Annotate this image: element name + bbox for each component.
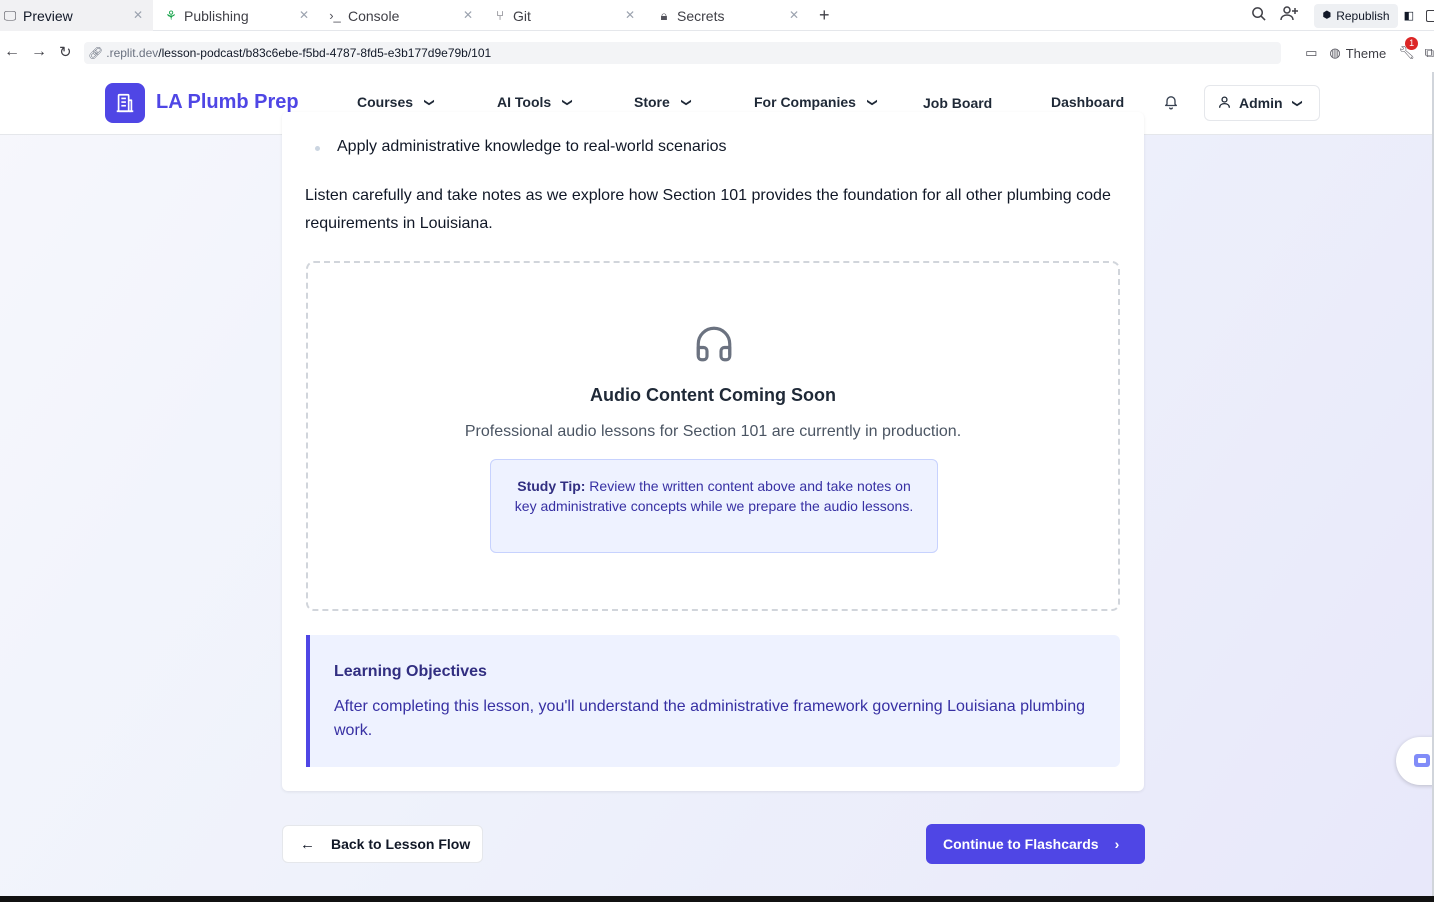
republish-button[interactable]: ⬢ Republish [1314, 3, 1398, 28]
study-tip: Study Tip: Review the written content ab… [490, 459, 938, 553]
nav-courses[interactable]: Courses ❯ [357, 94, 435, 110]
terminal-icon: ›_ [329, 8, 341, 23]
close-icon[interactable]: ✕ [625, 8, 635, 22]
learning-objectives: Learning Objectives After completing thi… [306, 635, 1120, 767]
nav-label: For Companies [754, 94, 856, 110]
git-icon: ⑂ [496, 8, 504, 23]
notification-badge: 1 [1405, 37, 1419, 50]
bell-icon[interactable] [1163, 93, 1179, 114]
devtools-wrench-icon[interactable]: 🔧︎ 1 [1398, 37, 1419, 61]
publishing-icon: ⚘ [165, 7, 177, 23]
chat-assistant-icon [1414, 754, 1430, 767]
tab-label: Secrets [677, 7, 725, 24]
back-to-lesson-flow-button[interactable]: ← Back to Lesson Flow [282, 825, 483, 863]
building-icon [116, 93, 134, 113]
new-tab-plus-icon[interactable]: + [819, 5, 830, 26]
devices-icon[interactable]: ▭ [1305, 45, 1317, 61]
arrow-left-icon: ← [300, 835, 315, 853]
tab-label: Preview [23, 7, 73, 24]
reload-icon[interactable]: ↻ [59, 43, 72, 61]
bottom-bar [0, 896, 1434, 902]
open-external-icon[interactable]: ⧉ [1425, 45, 1434, 61]
brand-name[interactable]: LA Plumb Prep [156, 91, 299, 114]
nav-job-board[interactable]: Job Board [923, 95, 992, 111]
address-bar-actions: ▭ ◍ Theme 🔧︎ 1 ⧉ [1305, 37, 1434, 63]
nav-label: Job Board [923, 95, 993, 111]
nav-label: AI Tools [497, 94, 552, 110]
objectives-title: Learning Objectives [334, 663, 487, 680]
app-preview: LA Plumb Prep Courses ❯ AI Tools ❯ Store ❯ … [0, 72, 1432, 896]
list-item: Apply administrative knowledge to real-w… [315, 138, 727, 156]
url-domain: .replit.dev [106, 46, 159, 60]
bullet-dot [315, 146, 320, 151]
lesson-card: Apply administrative knowledge to real-w… [282, 112, 1144, 791]
tab-secrets[interactable]: 🔒︎ Secrets ✕ [657, 0, 809, 31]
headphones-icon [696, 326, 732, 362]
audio-description: Professional audio lessons for Section 1… [464, 423, 962, 440]
logo[interactable] [105, 83, 145, 123]
assistant-launcher[interactable] [1396, 737, 1432, 785]
search-icon[interactable] [1251, 6, 1267, 25]
nav-for-companies[interactable]: For Companies ❯ [754, 94, 878, 110]
republish-label: Republish [1336, 8, 1390, 23]
bullet-text: Apply administrative knowledge to real-w… [337, 138, 727, 155]
theme-label[interactable]: Theme [1346, 46, 1386, 61]
nav-label: Dashboard [1051, 94, 1125, 110]
tab-publishing[interactable]: ⚘ Publishing ✕ [164, 0, 319, 31]
nav-ai-tools[interactable]: AI Tools ❯ [497, 94, 573, 110]
workspace-tab-bar: 🖵 Preview ✕ ⚘ Publishing ✕ ›_ Console ✕ … [0, 0, 1434, 31]
study-tip-label: Study Tip: [517, 478, 586, 494]
monitor-icon: 🖵 [3, 7, 17, 23]
chevron-right-icon: › [1114, 836, 1120, 852]
close-icon[interactable]: ✕ [789, 8, 799, 22]
close-icon[interactable]: ✕ [463, 8, 473, 22]
chevron-down-icon: ❯ [1291, 98, 1303, 108]
nav-store[interactable]: Store ❯ [634, 94, 692, 110]
back-arrow-icon[interactable]: ← [4, 43, 20, 61]
continue-to-flashcards-button[interactable]: Continue to Flashcards › [926, 824, 1145, 864]
tab-bar-actions: ⬢ Republish ◧ [1251, 0, 1434, 31]
intro-paragraph: Listen carefully and take notes as we ex… [305, 187, 1111, 232]
panel-toggle-icon[interactable]: ◧ [1404, 9, 1414, 22]
chevron-down-icon: ❯ [561, 97, 573, 107]
palette-icon[interactable]: ◍ [1329, 45, 1340, 61]
address-bar: ← → ↻ 🔗︎ .replit.dev/lesson-podcast/b83c… [0, 35, 1434, 71]
chevron-down-icon: ❯ [866, 97, 878, 107]
tab-preview[interactable]: 🖵 Preview ✕ [0, 0, 153, 31]
chevron-down-icon: ❯ [680, 97, 692, 107]
tab-console[interactable]: ›_ Console ✕ [328, 0, 483, 31]
close-icon[interactable]: ✕ [299, 8, 309, 22]
nav-label: Store [634, 94, 670, 110]
tab-git[interactable]: ⑂ Git ✕ [493, 0, 645, 31]
link-icon: 🔗︎ [88, 46, 104, 60]
forward-arrow-icon[interactable]: → [31, 43, 47, 61]
lock-icon: 🔒︎ [660, 7, 668, 23]
admin-label: Admin [1239, 95, 1283, 111]
url-path: /lesson-podcast/b83c6ebe-f5bd-4787-8fd5-… [158, 46, 492, 60]
nav-label: Courses [357, 94, 414, 110]
close-icon[interactable]: ✕ [133, 8, 143, 22]
audio-title: Audio Content Coming Soon [590, 385, 836, 405]
url-field[interactable]: 🔗︎ .replit.dev/lesson-podcast/b83c6ebe-f… [84, 42, 1281, 64]
back-label: Back to Lesson Flow [331, 836, 471, 852]
window-icon[interactable] [1426, 9, 1434, 22]
admin-menu-button[interactable]: Admin ❯ [1204, 85, 1320, 121]
tab-label: Publishing [184, 7, 249, 24]
objectives-text: After completing this lesson, you'll und… [334, 698, 1086, 739]
continue-label: Continue to Flashcards [943, 836, 1099, 852]
tab-label: Console [348, 7, 400, 24]
user-icon [1218, 95, 1231, 112]
tab-label: Git [513, 7, 531, 24]
chevron-down-icon: ❯ [423, 97, 435, 107]
invite-user-icon[interactable] [1280, 5, 1299, 26]
audio-placeholder: Audio Content Coming Soon Professional a… [306, 261, 1120, 611]
deploy-icon: ⬢ [1322, 10, 1332, 21]
nav-dashboard[interactable]: Dashboard [1051, 94, 1124, 110]
